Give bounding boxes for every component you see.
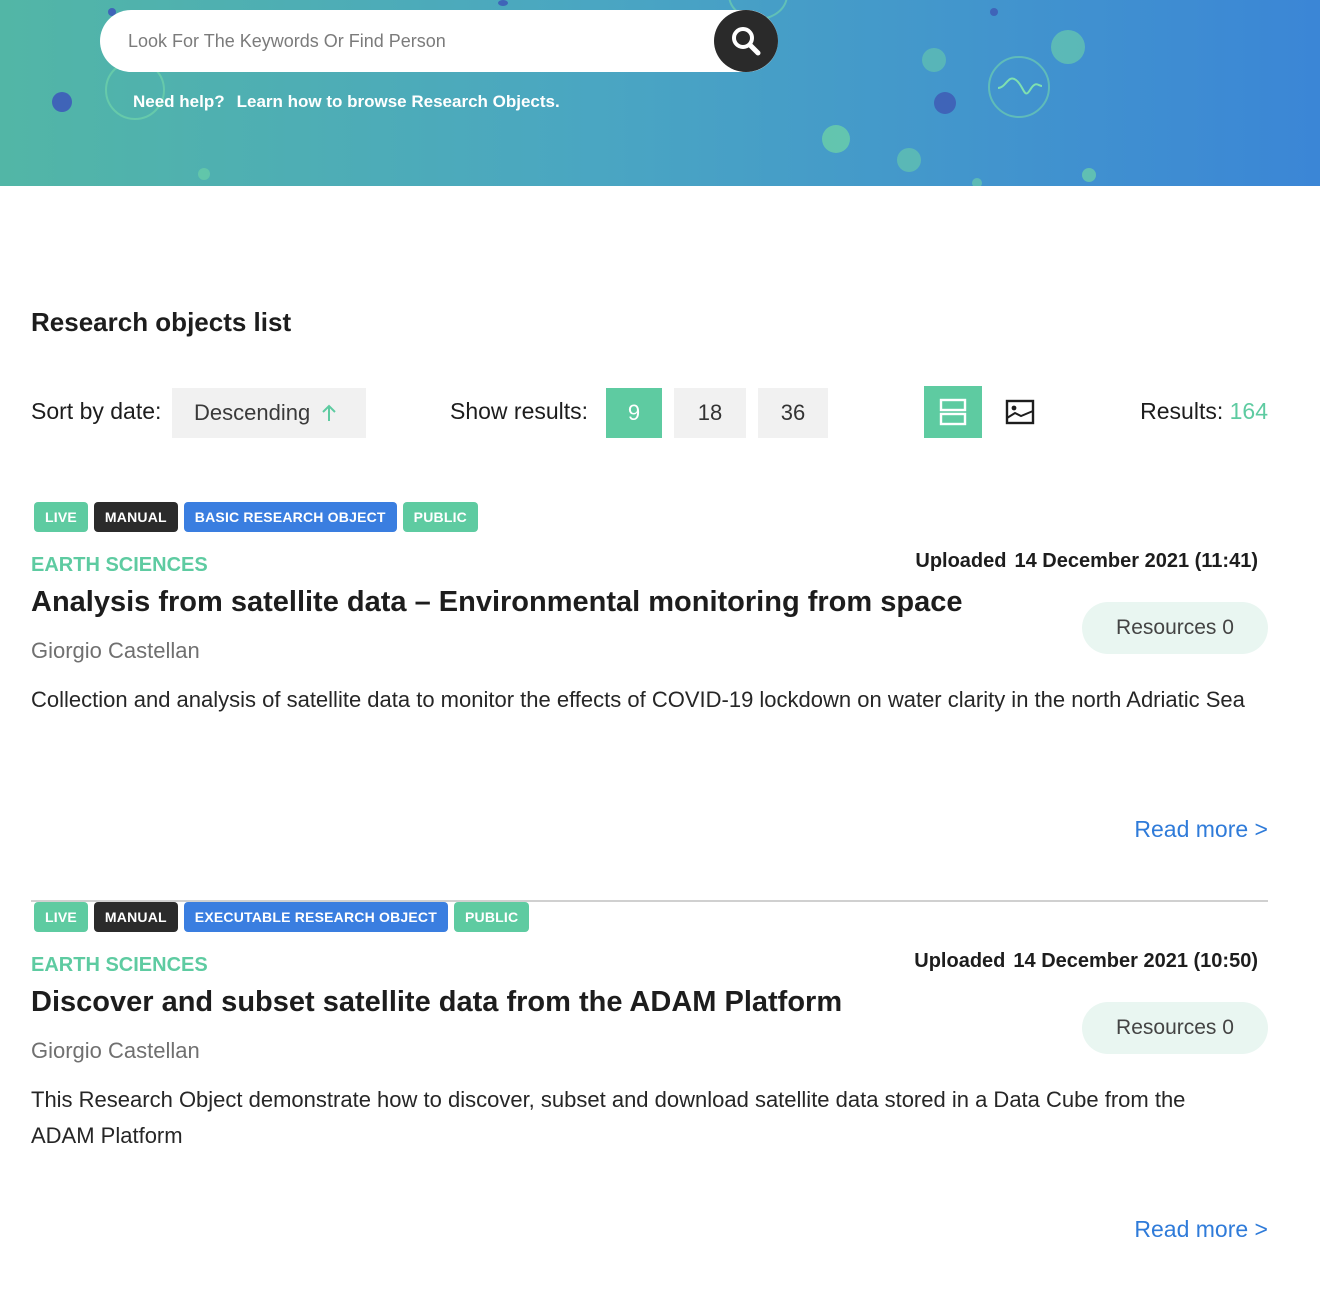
upload-date: Uploaded 14 December 2021 (10:50) — [914, 950, 1258, 973]
research-object-title[interactable]: Analysis from satellite data – Environme… — [31, 586, 962, 619]
resources-badge: Resources 0 — [1082, 602, 1268, 654]
results-count: Results: 164 — [1140, 398, 1268, 425]
decorative-dot — [1082, 168, 1096, 182]
uploaded-date: 14 December 2021 (10:50) — [1013, 950, 1258, 972]
sort-order-value: Descending — [194, 400, 311, 425]
list-view-button[interactable] — [924, 386, 982, 438]
browse-help-link[interactable]: Learn how to browse Research Objects. — [237, 92, 560, 111]
show-results-label: Show results: — [450, 398, 589, 424]
search-input[interactable] — [128, 28, 708, 54]
author-name[interactable]: Giorgio Castellan — [31, 1038, 200, 1064]
page-size-9-button[interactable]: 9 — [606, 388, 662, 438]
image-card-view-icon — [1005, 399, 1035, 425]
decorative-dot — [822, 125, 850, 153]
arrow-up-icon — [320, 403, 338, 423]
manual-badge: MANUAL — [93, 502, 178, 532]
page-title: Research objects list — [31, 307, 292, 337]
uploaded-label: Uploaded — [914, 950, 1006, 972]
decorative-dot — [972, 178, 982, 186]
read-more-link[interactable]: Read more > — [1134, 1216, 1268, 1243]
decorative-dot — [198, 168, 210, 180]
research-object-title[interactable]: Discover and subset satellite data from … — [31, 986, 842, 1019]
page-size-18-button[interactable]: 18 — [674, 388, 746, 438]
search-bar — [100, 10, 778, 72]
live-badge: LIVE — [34, 502, 88, 532]
category-label: EARTH SCIENCES — [31, 554, 208, 576]
decorative-dot — [922, 48, 946, 72]
decorative-dot — [52, 92, 72, 112]
results-label: Results: — [1140, 398, 1224, 424]
research-object-card: LIVE MANUAL BASIC RESEARCH OBJECT PUBLIC… — [31, 502, 1268, 902]
search-hero-banner: Need help? Learn how to browse Research O… — [0, 0, 1320, 186]
list-view-icon — [939, 398, 967, 426]
live-badge: LIVE — [34, 902, 88, 932]
decorative-dot — [498, 0, 508, 6]
description: Collection and analysis of satellite dat… — [31, 687, 1245, 712]
status-badges: LIVE MANUAL BASIC RESEARCH OBJECT PUBLIC — [34, 502, 478, 532]
sort-order-dropdown[interactable]: Descending — [172, 388, 366, 438]
upload-date: Uploaded 14 December 2021 (11:41) — [915, 550, 1258, 573]
type-badge: BASIC RESEARCH OBJECT — [183, 502, 397, 532]
decorative-dot — [1051, 30, 1085, 64]
decorative-dot — [897, 148, 921, 172]
search-button[interactable] — [714, 10, 778, 72]
description: This Research Object demonstrate how to … — [31, 1087, 1186, 1148]
category-label: EARTH SCIENCES — [31, 954, 208, 976]
author-name[interactable]: Giorgio Castellan — [31, 638, 200, 664]
status-badges: LIVE MANUAL EXECUTABLE RESEARCH OBJECT P… — [34, 902, 530, 932]
decorative-dot — [990, 8, 998, 16]
public-badge: PUBLIC — [402, 502, 478, 532]
public-badge: PUBLIC — [453, 902, 530, 932]
research-object-card: LIVE MANUAL EXECUTABLE RESEARCH OBJECT P… — [31, 902, 1268, 1290]
uploaded-label: Uploaded — [915, 550, 1007, 572]
help-text: Need help? Learn how to browse Research O… — [133, 92, 560, 112]
manual-badge: MANUAL — [93, 902, 178, 932]
help-prefix: Need help? — [133, 92, 225, 111]
uploaded-date: 14 December 2021 (11:41) — [1014, 550, 1259, 572]
search-icon — [732, 27, 761, 56]
read-more-link[interactable]: Read more > — [1134, 816, 1268, 843]
card-view-button[interactable] — [991, 386, 1049, 438]
resources-badge: Resources 0 — [1082, 1002, 1268, 1054]
sort-label: Sort by date: — [31, 398, 162, 424]
results-number: 164 — [1229, 398, 1268, 424]
type-badge: EXECUTABLE RESEARCH OBJECT — [183, 902, 448, 932]
wave-icon — [997, 77, 1043, 95]
page-size-36-button[interactable]: 36 — [758, 388, 828, 438]
decorative-dot — [934, 92, 956, 114]
